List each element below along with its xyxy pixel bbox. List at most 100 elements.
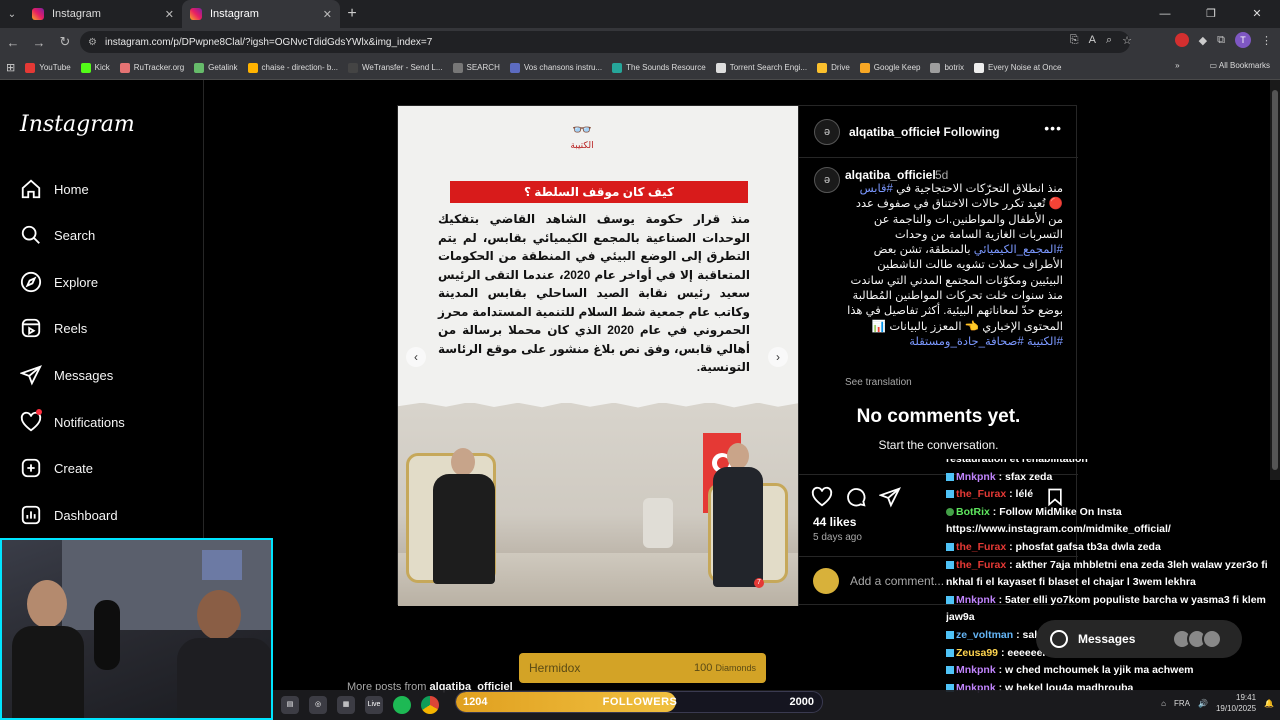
streamer-head: [197, 590, 241, 640]
close-window-icon[interactable]: ✕: [1234, 0, 1280, 28]
see-translation-link[interactable]: See translation: [845, 377, 912, 388]
streamer-head: [27, 580, 67, 628]
tab-close-icon[interactable]: ✕: [165, 8, 174, 21]
nav-label: Home: [54, 181, 89, 197]
browser-tab-1[interactable]: Instagram ✕: [24, 0, 182, 28]
reload-icon[interactable]: ↻: [52, 34, 78, 50]
zoom-icon[interactable]: ⌕: [1106, 34, 1112, 47]
image-viewer-icon[interactable]: ▦: [337, 696, 355, 714]
restore-icon[interactable]: ❐: [1188, 0, 1234, 28]
bookmark-search[interactable]: SEARCH: [452, 62, 500, 73]
live-app-icon[interactable]: Live: [365, 696, 383, 714]
post-date: 5 days ago: [813, 532, 862, 543]
clock[interactable]: 19:41 19/10/2025: [1216, 692, 1256, 714]
author-avatar[interactable]: ǝ: [814, 119, 840, 145]
carousel-next-button[interactable]: ›: [768, 347, 788, 367]
file-explorer-icon[interactable]: ▤: [281, 696, 299, 714]
bookmark-torrent-search[interactable]: Torrent Search Engi...: [715, 62, 807, 73]
alqatiba-logo-text: الكتيبة: [570, 140, 594, 150]
nav-search[interactable]: Search: [20, 224, 95, 246]
site-info-icon[interactable]: ⚙: [88, 37, 97, 48]
emoji-icon[interactable]: [813, 568, 839, 594]
nav-create[interactable]: Create: [20, 457, 93, 479]
translate-icon[interactable]: A: [1089, 34, 1096, 47]
post-carousel-image[interactable]: 👓 الكتيبة كيف كان موقف السلطة ؟ منذ قرار…: [398, 106, 798, 606]
recording-extension-icon[interactable]: [1174, 33, 1189, 47]
bookmark-kick[interactable]: Kick: [80, 62, 110, 73]
messages-floating-button[interactable]: Messages: [1036, 620, 1242, 658]
like-count[interactable]: 44 likes: [813, 515, 856, 529]
caption-text: 🔴 تُعيد تكرر حالات الاختناق في صفوف عدد …: [855, 198, 1063, 241]
nav-home[interactable]: Home: [20, 178, 89, 200]
kick-icon: [80, 62, 91, 73]
new-tab-button[interactable]: +: [340, 5, 364, 23]
caption-author-avatar[interactable]: ǝ: [814, 167, 840, 193]
bookmark-vos-chansons[interactable]: Vos chansons instru...: [509, 62, 602, 73]
instagram-logo[interactable]: Instagram: [20, 112, 135, 137]
app-icon[interactable]: ◎: [309, 696, 327, 714]
spotify-icon[interactable]: [393, 696, 411, 714]
browser-tab-2[interactable]: Instagram ✕: [182, 0, 340, 28]
nav-label: Search: [54, 227, 96, 243]
nav-dashboard[interactable]: Dashboard: [20, 504, 118, 526]
author-username[interactable]: alqatiba_officiel: [849, 125, 940, 139]
apps-grid-icon[interactable]: ⊞: [6, 61, 15, 74]
add-comment-input[interactable]: Add a comment...: [850, 574, 944, 588]
chat-message: Mnkpnk : sfax zeda: [946, 469, 1280, 487]
chat-username: Mnkpnk: [956, 470, 996, 483]
caption-author-username[interactable]: alqatiba_officiel: [845, 168, 936, 182]
chat-text: w ched mchoumek la yjik ma achwem: [1005, 664, 1194, 677]
volume-icon[interactable]: 🔊: [1198, 699, 1208, 708]
nav-label: Dashboard: [54, 507, 118, 523]
bookmark-youtube[interactable]: YouTube: [25, 62, 71, 73]
browser-menu-icon[interactable]: ⋮: [1261, 34, 1272, 47]
lang-indicator[interactable]: FRA: [1174, 699, 1190, 708]
tab-title: Instagram: [52, 8, 101, 20]
folder-icon: ▭: [1209, 61, 1219, 70]
bookmark-every-noise[interactable]: Every Noise at Once: [974, 62, 1061, 73]
bookmark-wetransfer[interactable]: WeTransfer - Send L...: [348, 62, 443, 73]
hashtag-link[interactable]: #المجمع_الكيميائي: [974, 244, 1063, 256]
follow-status[interactable]: • Following: [936, 125, 1000, 139]
chat-separator: :: [1006, 488, 1016, 501]
back-icon[interactable]: ←: [0, 35, 26, 50]
bookmark-sounds-resource[interactable]: The Sounds Resource: [612, 62, 706, 73]
forward-icon[interactable]: →: [26, 35, 52, 50]
chrome-icon[interactable]: [421, 696, 439, 714]
bookmarks-overflow-icon[interactable]: »: [1175, 61, 1179, 70]
scrollbar-thumb[interactable]: [1272, 90, 1278, 470]
tab-close-icon[interactable]: ✕: [323, 8, 332, 21]
notification-bell-icon[interactable]: 🔔: [1264, 699, 1274, 708]
nav-messages[interactable]: Messages: [20, 364, 113, 386]
extensions-puzzle-icon[interactable]: ⧉: [1217, 34, 1225, 47]
extensions-area: ◆ ⧉ T ⋮: [1174, 32, 1272, 48]
install-icon[interactable]: ⎘: [1070, 34, 1079, 47]
bookmark-google-keep[interactable]: Google Keep: [859, 62, 920, 73]
tab-search-icon[interactable]: ⌄: [0, 0, 24, 28]
hashtag-link[interactable]: #صحافة_جادة_ومستقلة: [909, 336, 1024, 348]
more-options-icon[interactable]: •••: [1044, 120, 1062, 136]
like-heart-icon[interactable]: [811, 486, 833, 508]
hashtag-link[interactable]: #قابس: [860, 183, 893, 195]
bookmark-star-icon[interactable]: ☆: [1122, 34, 1132, 47]
nav-reels[interactable]: Reels: [20, 317, 87, 339]
page-scrollbar[interactable]: [1270, 80, 1280, 480]
all-bookmarks-button[interactable]: ▭ All Bookmarks: [1210, 61, 1270, 70]
bookmark-rutracker[interactable]: RuTracker.org: [119, 62, 184, 73]
hashtag-link[interactable]: #الكتيبة: [1027, 336, 1063, 348]
address-bar[interactable]: ⚙ instagram.com/p/DPwpne8Clal/?igsh=OGNv…: [80, 31, 1130, 53]
bookmark-chaise[interactable]: chaise - direction- b...: [247, 62, 338, 73]
carousel-prev-button[interactable]: ‹: [406, 347, 426, 367]
bookmark-getalink[interactable]: Getalink: [194, 62, 238, 73]
nav-notifications[interactable]: Notifications: [20, 409, 125, 433]
share-icon[interactable]: [879, 486, 901, 508]
chat-message: the_Furax : akther 7aja mhbletni ena zed…: [946, 557, 1280, 592]
extension-diamond-icon[interactable]: ◆: [1199, 34, 1207, 47]
profile-avatar[interactable]: T: [1235, 32, 1251, 48]
bookmark-botrix[interactable]: botrix: [930, 62, 964, 73]
minimize-icon[interactable]: —: [1142, 0, 1188, 28]
nav-explore[interactable]: Explore: [20, 271, 98, 293]
bookmark-drive[interactable]: Drive: [817, 62, 850, 73]
usb-icon[interactable]: ⌂: [1161, 699, 1166, 708]
comment-icon[interactable]: [845, 486, 867, 508]
